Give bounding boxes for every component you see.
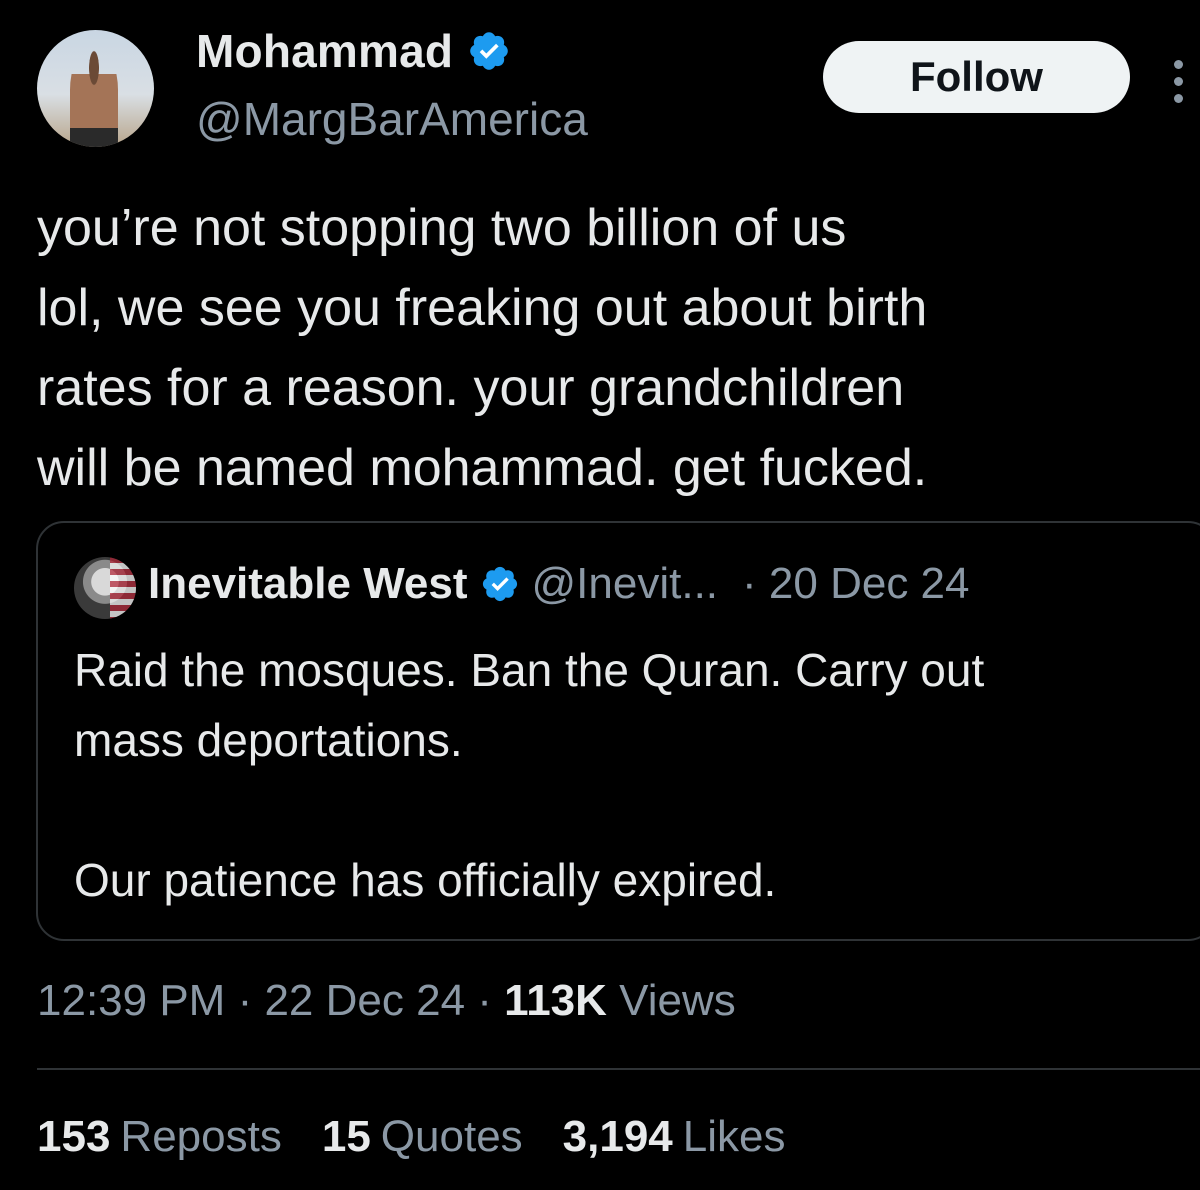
quotes-stat[interactable]: 15 Quotes <box>322 1112 523 1162</box>
divider <box>37 1068 1200 1070</box>
quotes-label: Quotes <box>380 1112 523 1161</box>
verified-badge-icon <box>470 32 508 70</box>
verified-badge-icon <box>482 566 517 602</box>
author-name-row[interactable]: Mohammad <box>196 24 511 78</box>
follow-button[interactable]: Follow <box>823 41 1130 113</box>
reposts-label: Reposts <box>120 1112 282 1161</box>
author-handle[interactable]: @MargBarAmerica <box>196 92 588 146</box>
quoted-text: Raid the mosques. Ban the Quran. Carry o… <box>74 644 985 906</box>
engagement-stats: 153 Reposts 15 Quotes 3,194 Likes <box>37 1112 786 1162</box>
more-options-icon[interactable] <box>1168 60 1188 104</box>
tweet-date[interactable]: · 22 Dec 24 · <box>238 976 492 1025</box>
quoted-avatar[interactable] <box>74 557 136 619</box>
avatar-photo <box>70 50 118 147</box>
quoted-author-name[interactable]: Inevitable West <box>148 559 468 609</box>
likes-count: 3,194 <box>562 1112 673 1161</box>
views-label: Views <box>619 976 736 1025</box>
likes-label: Likes <box>682 1112 786 1161</box>
reposts-stat[interactable]: 153 Reposts <box>37 1112 282 1162</box>
quoted-date[interactable]: · 20 Dec 24 <box>742 559 969 609</box>
views-count: 113K <box>504 976 607 1025</box>
avatar-flag-overlay <box>110 557 136 619</box>
more-dot <box>1173 77 1183 86</box>
more-dot <box>1173 94 1183 103</box>
tweet-time[interactable]: 12:39 PM <box>37 976 225 1025</box>
author-avatar[interactable] <box>37 30 154 147</box>
quoted-tweet[interactable]: Inevitable West @Inevit... · 20 Dec 24 R… <box>36 521 1200 941</box>
reposts-count: 153 <box>37 1112 111 1161</box>
more-dot <box>1173 60 1183 69</box>
quoted-header: Inevitable West @Inevit... · 20 Dec 24 <box>148 559 970 609</box>
tweet-text: you’re not stopping two billion of us lo… <box>37 199 928 497</box>
likes-stat[interactable]: 3,194 Likes <box>563 1112 786 1162</box>
tweet-timestamp: 12:39 PM · 22 Dec 24 · 113K Views <box>37 976 736 1026</box>
quoted-author-handle[interactable]: @Inevit... <box>532 559 719 609</box>
quotes-count: 15 <box>321 1112 371 1161</box>
author-name[interactable]: Mohammad <box>196 24 453 78</box>
